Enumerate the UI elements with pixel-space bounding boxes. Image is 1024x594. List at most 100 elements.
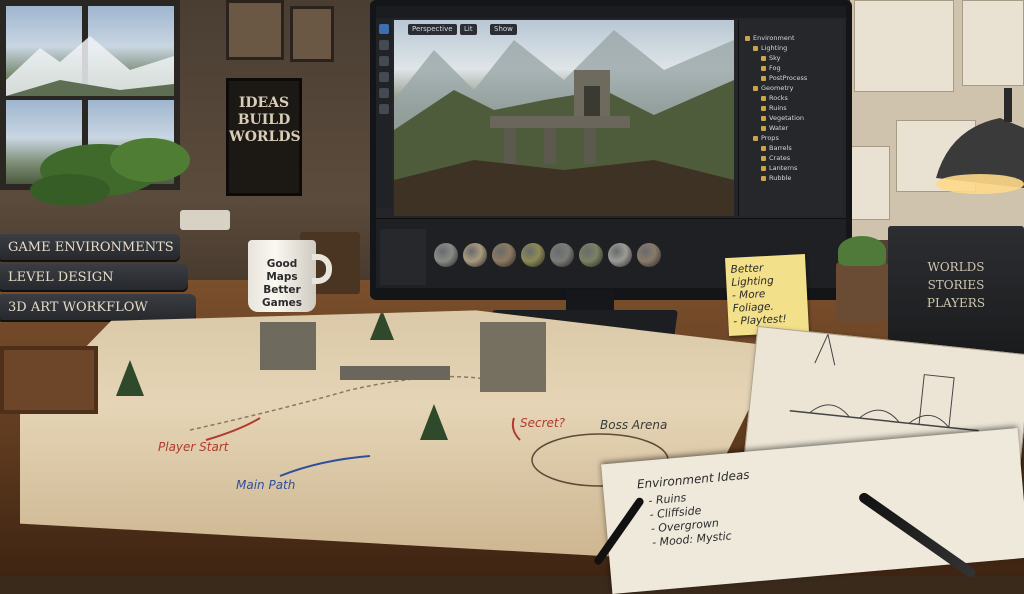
pinned-sketch (962, 0, 1024, 86)
folder-icon (753, 85, 758, 91)
outliner-item[interactable]: Water (761, 124, 788, 133)
outliner-item[interactable]: Rubble (761, 174, 791, 183)
outliner-item[interactable]: Props (753, 134, 779, 143)
notebook-title: Environment Ideas (636, 467, 751, 492)
framed-picture (290, 6, 334, 62)
outliner-item-label: Lighting (761, 44, 788, 52)
outliner-item[interactable]: Ruins (761, 104, 787, 113)
game-engine-editor: Perspective Lit Show Environment Lighting… (376, 6, 846, 288)
boss-arena-label: Boss Arena (600, 418, 668, 432)
folder-icon (761, 155, 766, 161)
move-tool-icon[interactable] (379, 40, 389, 50)
potted-plant (30, 138, 230, 230)
folder-icon (761, 75, 766, 81)
ideas-build-worlds-poster: IDEAS BUILD WORLDS (226, 78, 302, 196)
outliner-item-label: PostProcess (769, 74, 808, 82)
folder-icon (745, 35, 750, 41)
outliner-item-label: Crates (769, 154, 791, 162)
outliner-item-label: Geometry (761, 84, 794, 92)
folder-icon (761, 105, 766, 111)
select-tool-icon[interactable] (379, 24, 389, 34)
pinned-sketch (854, 0, 954, 92)
outliner-item-label: Water (769, 124, 789, 132)
tab-perspective[interactable]: Perspective (408, 24, 457, 35)
outliner-item-label: Rubble (769, 174, 792, 182)
book-game-environments: GAME ENVIRONMENTS (0, 234, 180, 262)
desk-lamp (936, 88, 1024, 194)
mug-line: Better (263, 284, 301, 296)
outliner-item-label: Ruins (769, 104, 787, 112)
outliner-item[interactable]: Geometry (753, 84, 793, 93)
poster-line: WORLDS (229, 129, 301, 145)
outliner-item-label: Lanterns (769, 164, 798, 172)
outliner-item[interactable]: Sky (761, 54, 781, 63)
outliner-item-label: Sky (769, 54, 781, 62)
material-thumbnail[interactable] (550, 243, 574, 267)
outliner-item[interactable]: Lighting (753, 44, 787, 53)
outliner-item-label: Barrels (769, 144, 792, 152)
folder-icon (761, 65, 766, 71)
material-thumbnail[interactable] (579, 243, 603, 267)
tab-lit[interactable]: Lit (460, 24, 477, 35)
editor-menu-bar[interactable] (376, 6, 846, 18)
main-path-label: Main Path (236, 478, 296, 492)
dice-tray (0, 346, 98, 414)
material-thumbnail[interactable] (637, 243, 661, 267)
book-line: WORLDS (927, 260, 985, 274)
framed-picture (226, 0, 284, 60)
outliner-item-label: Rocks (769, 94, 788, 102)
scene-outliner: Environment Lighting Sky Fog PostProcess Geom… (738, 20, 843, 216)
coffee-mug: Good Maps Better Games (248, 240, 316, 312)
outliner-item[interactable]: Vegetation (761, 114, 804, 123)
foliage-tool-icon[interactable] (379, 104, 389, 114)
rotate-tool-icon[interactable] (379, 56, 389, 66)
note-line: - More Foliage. (731, 288, 775, 315)
folder-tree[interactable] (380, 229, 426, 285)
outliner-item[interactable]: Environment (745, 34, 795, 43)
mug-line: Games (261, 297, 303, 309)
outliner-item[interactable]: Barrels (761, 144, 792, 153)
paint-tool-icon[interactable] (379, 88, 389, 98)
outliner-item-label: Props (761, 134, 779, 142)
secret-label: Secret? (520, 416, 565, 430)
tab-show[interactable]: Show (490, 24, 517, 35)
outliner-item[interactable]: PostProcess (761, 74, 807, 83)
folder-icon (761, 125, 766, 131)
folder-icon (753, 45, 758, 51)
sticky-note: Better Lighting - More Foliage. - Playte… (725, 253, 809, 337)
folder-icon (761, 145, 766, 151)
material-thumbnail[interactable] (608, 243, 632, 267)
pinned-sketch (850, 146, 890, 220)
scale-tool-icon[interactable] (379, 72, 389, 82)
poster-line: IDEAS (238, 95, 290, 111)
folder-icon (753, 135, 758, 141)
editor-toolbar (376, 18, 392, 208)
succulent (838, 236, 886, 266)
outliner-item[interactable]: Lanterns (761, 164, 797, 173)
player-start-label: Player Start (158, 440, 229, 454)
succulent-pot (836, 262, 888, 322)
outliner-item-label: Fog (769, 64, 781, 72)
book-line: PLAYERS (926, 296, 986, 310)
outliner-item-label: Vegetation (769, 114, 805, 122)
3d-viewport[interactable]: Perspective Lit Show (394, 20, 734, 216)
folder-icon (761, 55, 766, 61)
outliner-item[interactable]: Rocks (761, 94, 788, 103)
book-3d-art-workflow: 3D ART WORKFLOW (0, 294, 196, 322)
outliner-item[interactable]: Crates (761, 154, 790, 163)
outliner-item[interactable]: Fog (761, 64, 781, 73)
mug-line: Good (266, 258, 298, 270)
material-thumbnail[interactable] (434, 243, 458, 267)
book-worlds-stories-players: WORLDS STORIES PLAYERS (888, 226, 1024, 356)
folder-icon (761, 175, 766, 181)
book-level-design: LEVEL DESIGN (0, 264, 188, 292)
poster-line: BUILD (237, 112, 291, 128)
folder-icon (761, 115, 766, 121)
material-thumbnail[interactable] (463, 243, 487, 267)
book-line: STORIES (927, 278, 985, 292)
material-thumbnail[interactable] (521, 243, 545, 267)
mug-line: Maps (266, 271, 298, 283)
folder-icon (761, 165, 766, 171)
material-thumbnail[interactable] (492, 243, 516, 267)
folder-icon (761, 95, 766, 101)
